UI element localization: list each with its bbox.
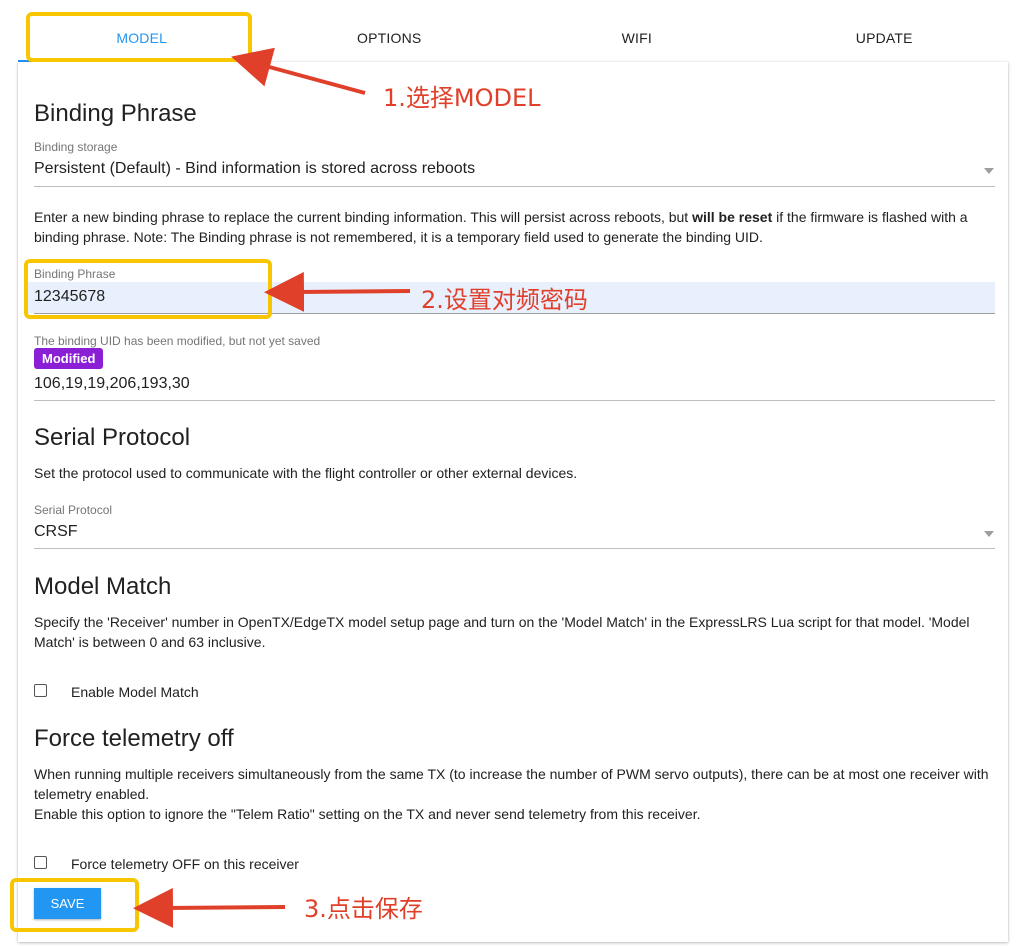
arrow-to-model-tab <box>231 47 366 95</box>
annotation-step-3: 3.点击保存 <box>304 895 423 923</box>
arrow-to-save-button <box>133 887 286 928</box>
annotation-step-2: 2.设置对频密码 <box>421 286 588 314</box>
arrow-to-binding-phrase <box>264 271 411 312</box>
annotation-step-1: 1.选择MODEL <box>383 84 541 112</box>
annotation-arrows <box>133 47 411 928</box>
